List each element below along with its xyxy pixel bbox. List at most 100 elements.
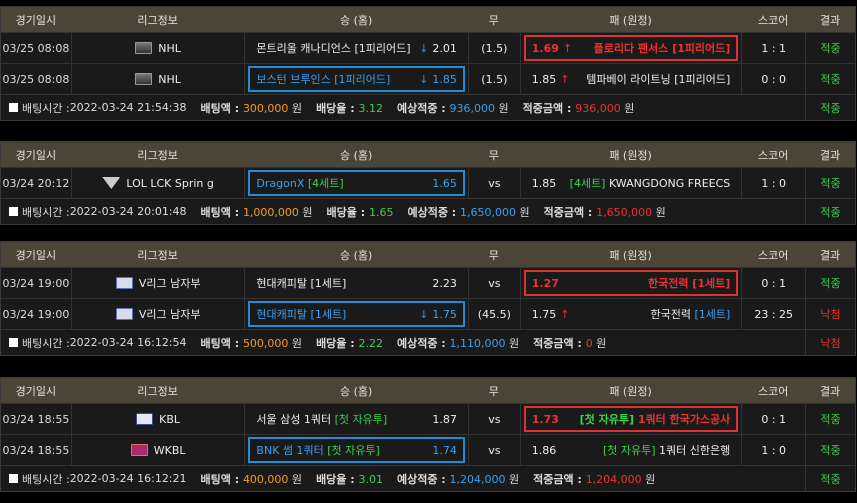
bet-amount-group: 배팅액 : 500,000 원 <box>201 335 303 351</box>
bet-result: 낙첨 <box>805 330 855 355</box>
away-team-name: 1쿼터 신한은행 <box>655 444 731 457</box>
home-option-button[interactable]: DragonX [4세트] 1.65 <box>248 170 465 196</box>
score-cell: 1 : 0 <box>741 168 805 198</box>
home-team-name: 몬트리올 캐나디언스 [1피리어드] <box>256 42 411 55</box>
home-option-button[interactable]: 현대캐피탈 [1세트] 2.23 <box>248 270 464 296</box>
home-team-name: DragonX <box>256 177 308 190</box>
odds-label: 배당율 : <box>316 101 359 115</box>
away-odds: 1.73 <box>531 412 559 426</box>
bet-result: 적중 <box>805 466 855 491</box>
game-row: 03/24 20:12 LOL LCK Sprin g DragonX [4세트] 1… <box>1 167 855 198</box>
game-date: 03/24 19:00 <box>2 307 70 321</box>
away-team-name: 한국전력 [1세트] <box>648 277 731 290</box>
expected-group: 예상적중 : 936,000 원 <box>397 100 509 116</box>
away-option-button[interactable]: 1.69 ↑ 플로리다 팬서스 [1피리어드] <box>523 35 739 61</box>
header-cell: 무 <box>488 13 499 27</box>
bet-time: 2022-03-24 16:12:21 <box>69 472 187 485</box>
unit: 원 <box>505 472 520 486</box>
away-cell[interactable]: 1.85 [4세트] KWANGDONG FREECS <box>519 168 741 198</box>
home-odds-wrap: 2.23 <box>432 277 457 290</box>
away-option-button[interactable]: 1.73 [첫 자유투] 1쿼터 한국가스공사 <box>523 406 739 432</box>
arrow-up-icon: ↑ <box>560 72 570 86</box>
home-odds-wrap: 1.87 <box>432 413 457 426</box>
home-tag: [첫 자유투] <box>327 444 380 457</box>
home-cell[interactable]: 서울 삼성 1쿼터 [첫 자유투] 1.87 <box>244 404 467 434</box>
header-cell: 승 (홈) <box>340 248 373 262</box>
away-team-name: KWANGDONG FREECS <box>605 177 731 190</box>
home-cell[interactable]: DragonX [4세트] 1.65 <box>244 168 467 198</box>
expected-group: 예상적중 : 1,650,000 원 <box>407 204 529 220</box>
home-cell[interactable]: 보스턴 브루인스 [1피리어드] ↓ 1.85 <box>244 64 467 94</box>
won-group: 적중금액 : 0 원 <box>533 335 606 351</box>
bet-amount-label: 배팅액 : <box>200 101 243 115</box>
away-option-button[interactable]: 1.27 한국전력 [1세트] <box>523 270 739 296</box>
away-team-name: 플로리다 팬서스 [1피리어드] <box>593 42 731 55</box>
select-checkbox[interactable] <box>9 338 18 347</box>
home-odds: 1.75 <box>432 307 457 321</box>
game-date: 03/24 19:00 <box>2 276 70 290</box>
game-date: 03/24 18:55 <box>2 443 70 457</box>
summary-info: 배팅시간 : 2022-03-24 20:01:48 배팅액 : 1,000,00… <box>1 204 805 220</box>
game-row: 03/24 19:00 V리그 남자부 현대캐피탈 [1세트] ↓ 1.75 (45.5)… <box>1 298 855 329</box>
header-cell: 결과 <box>819 384 841 398</box>
bet-summary: 배팅시간 : 2022-03-24 16:12:21 배팅액 : 400,000 … <box>1 465 855 491</box>
home-team-name: 보스턴 브루인스 [1피리어드] <box>256 73 391 86</box>
home-option-button[interactable]: BNK 썸 1쿼터 [첫 자유투] 1.74 <box>248 437 465 463</box>
expected-amount: 936,000 <box>449 101 496 115</box>
away-option-button[interactable]: 1.85 ↑ 템파베이 라이트닝 [1피리어드] <box>524 66 738 92</box>
home-option-button[interactable]: 현대캐피탈 [1세트] ↓ 1.75 <box>248 301 465 327</box>
game-row: 03/24 19:00 V리그 남자부 현대캐피탈 [1세트] 2.23 vs 1.27 한… <box>1 267 855 298</box>
bet-result: 적중 <box>805 199 855 224</box>
away-option-button[interactable]: 1.86 [첫 자유투] 1쿼터 신한은행 <box>524 437 738 463</box>
bet-time: 2022-03-24 16:12:54 <box>69 336 187 349</box>
away-tag: [첫 자유투] <box>579 413 634 426</box>
home-team: DragonX [4세트] <box>256 175 343 191</box>
arrow-down-icon: ↓ <box>419 72 429 86</box>
expected-amount: 1,204,000 <box>449 472 506 486</box>
away-odds: 1.85 <box>531 72 557 86</box>
home-cell[interactable]: BNK 썸 1쿼터 [첫 자유투] 1.74 <box>244 435 467 465</box>
away-option-button[interactable]: 1.85 [4세트] KWANGDONG FREECS <box>524 170 738 196</box>
summary-info: 배팅시간 : 2022-03-24 16:12:21 배팅액 : 400,000 … <box>1 471 805 487</box>
bet-history: 경기일시 리그정보 승 (홈) 무 패 (원정) 스코어 결과 03/25 08:08 NHL 몬… <box>0 0 857 503</box>
home-cell[interactable]: 현대캐피탈 [1세트] 2.23 <box>244 268 467 298</box>
home-option-button[interactable]: 서울 삼성 1쿼터 [첫 자유투] 1.87 <box>248 406 464 432</box>
away-option-button[interactable]: 1.75 ↑ 한국전력 [1세트] <box>524 301 738 327</box>
nhl-logo-icon <box>135 42 153 54</box>
away-cell[interactable]: 1.27 한국전력 [1세트] <box>519 268 741 298</box>
game-date: 03/24 20:12 <box>2 176 70 190</box>
select-checkbox[interactable] <box>9 103 18 112</box>
away-cell[interactable]: 1.69 ↑ 플로리다 팬서스 [1피리어드] <box>519 33 741 63</box>
header-cell: 무 <box>488 384 499 398</box>
bet-block: 경기일시 리그정보 승 (홈) 무 패 (원정) 스코어 결과 03/24 19:00 V리그 … <box>0 241 856 356</box>
home-cell[interactable]: 몬트리올 캐나디언스 [1피리어드] ↓ 2.01 <box>244 33 467 63</box>
away-odds-wrap: 1.85 <box>532 177 557 190</box>
header-cell: 스코어 <box>758 13 789 27</box>
away-team: 한국전력 [1세트] <box>650 306 730 322</box>
league-name: NHL <box>158 72 181 86</box>
away-cell[interactable]: 1.85 ↑ 템파베이 라이트닝 [1피리어드] <box>519 64 741 94</box>
home-team: BNK 썸 1쿼터 [첫 자유투] <box>256 442 379 458</box>
home-option-button[interactable]: 몬트리올 캐나디언스 [1피리어드] ↓ 2.01 <box>248 35 464 61</box>
home-cell[interactable]: 현대캐피탈 [1세트] ↓ 1.75 <box>244 299 467 329</box>
league-info: V리그 남자부 <box>70 299 245 329</box>
home-tag: [첫 자유투] <box>334 413 388 426</box>
away-cell[interactable]: 1.75 ↑ 한국전력 [1세트] <box>519 299 741 329</box>
select-checkbox[interactable] <box>9 474 18 483</box>
unit: 원 <box>592 336 607 350</box>
unit: 원 <box>298 205 313 219</box>
away-odds: 1.85 <box>531 176 557 190</box>
home-team-name: BNK 썸 1쿼터 <box>256 444 328 457</box>
select-checkbox[interactable] <box>9 207 18 216</box>
header-cell: 경기일시 <box>15 384 57 398</box>
away-cell[interactable]: 1.73 [첫 자유투] 1쿼터 한국가스공사 <box>519 404 741 434</box>
score-cell: 23 : 25 <box>741 299 805 329</box>
league-name: WKBL <box>153 443 186 457</box>
away-team: [첫 자유투] 1쿼터 신한은행 <box>603 442 730 458</box>
home-option-button[interactable]: 보스턴 브루인스 [1피리어드] ↓ 1.85 <box>248 66 465 92</box>
home-team: 현대캐피탈 [1세트] <box>256 275 346 291</box>
game-row: 03/25 08:08 NHL 몬트리올 캐나디언스 [1피리어드] ↓ 2.01 (1.… <box>1 32 855 63</box>
away-cell[interactable]: 1.86 [첫 자유투] 1쿼터 신한은행 <box>519 435 741 465</box>
home-team-name: 현대캐피탈 [1세트] <box>256 277 347 290</box>
away-odds: 1.86 <box>531 443 557 457</box>
